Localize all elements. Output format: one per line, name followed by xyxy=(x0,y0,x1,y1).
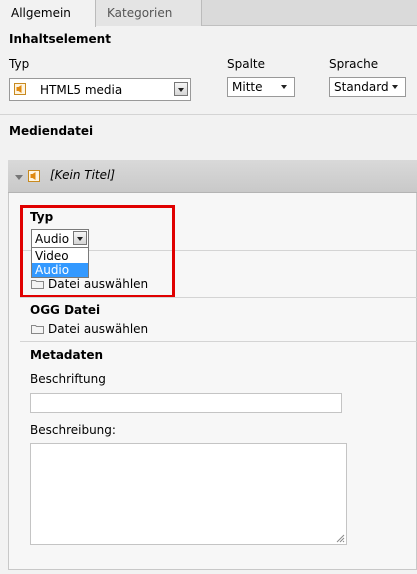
sprache-select[interactable]: Standard xyxy=(329,77,406,97)
metadata-title: Metadaten xyxy=(30,348,104,362)
ogg-file-label: OGG Datei xyxy=(30,303,101,317)
media-item-header[interactable]: [Kein Titel] xyxy=(8,160,417,193)
ogg-file-select-link[interactable]: Datei auswählen xyxy=(48,322,148,336)
resize-handle-icon[interactable] xyxy=(336,534,345,543)
description-textarea[interactable] xyxy=(30,443,347,545)
section-title-mediendatei: Mediendatei xyxy=(9,124,94,138)
spalte-select-value: Mitte xyxy=(232,80,263,94)
typ-label: Typ xyxy=(9,57,30,71)
description-label: Beschreibung: xyxy=(30,423,116,437)
tab-allgemein[interactable]: Allgemein xyxy=(0,0,96,27)
chevron-down-icon[interactable] xyxy=(278,80,292,94)
typ-select[interactable]: HTML5 media xyxy=(9,78,191,101)
divider xyxy=(0,114,417,115)
section-title-inhaltselement: Inhaltselement xyxy=(9,32,111,46)
caption-label: Beschriftung xyxy=(30,372,106,386)
speaker-icon xyxy=(28,170,40,182)
speaker-icon xyxy=(14,83,26,95)
chevron-down-icon[interactable] xyxy=(389,80,403,94)
highlight-box xyxy=(20,205,175,298)
tab-kategorien[interactable]: Kategorien xyxy=(96,0,202,26)
chevron-down-icon[interactable] xyxy=(174,82,188,96)
divider xyxy=(20,297,417,298)
spalte-label: Spalte xyxy=(227,57,266,71)
media-item-title: [Kein Titel] xyxy=(50,168,116,182)
spalte-select[interactable]: Mitte xyxy=(227,77,295,97)
sprache-select-value: Standard xyxy=(334,80,389,94)
folder-icon xyxy=(31,325,44,334)
typ-select-value: HTML5 media xyxy=(40,83,123,97)
sprache-label: Sprache xyxy=(329,57,379,71)
collapse-arrow-icon[interactable] xyxy=(15,175,23,181)
divider xyxy=(20,341,417,342)
tab-bar: Allgemein Kategorien xyxy=(0,0,417,27)
caption-input[interactable] xyxy=(30,393,342,413)
